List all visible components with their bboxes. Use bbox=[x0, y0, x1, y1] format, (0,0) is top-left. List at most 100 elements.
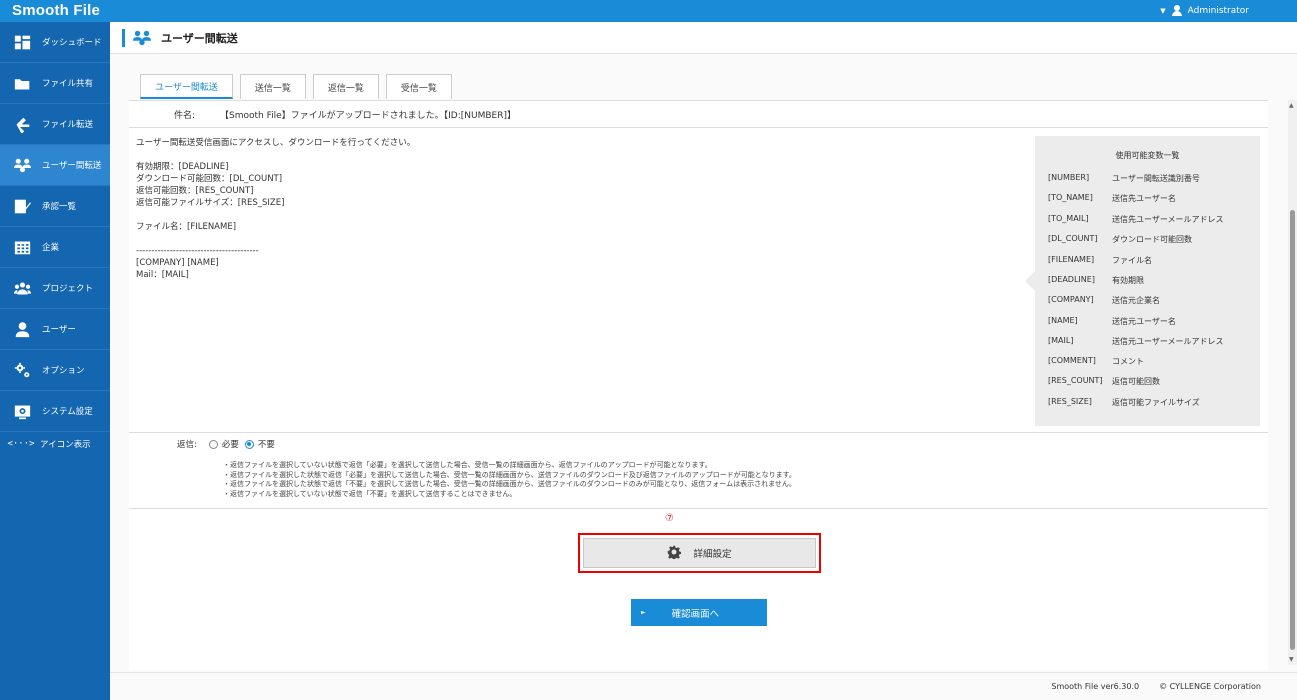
variable-row: [FILENAME] ファイル名 bbox=[1048, 255, 1152, 266]
highlight-box: 詳細設定 bbox=[578, 533, 821, 573]
sidebar-item-label: 企業 bbox=[42, 243, 60, 253]
building-icon bbox=[12, 237, 32, 257]
user-transfer-icon bbox=[133, 29, 151, 47]
reply-notes: ・返信ファイルを選択していない状態で返信「必要」を選択して送信した場合、受信一覧… bbox=[223, 461, 796, 499]
scrollbar-thumb[interactable] bbox=[1290, 210, 1295, 650]
variable-key: [MAIL] bbox=[1048, 336, 1074, 345]
variable-row: [NUMBER] ユーザー間転送識別番号 bbox=[1048, 173, 1200, 184]
icon-display-toggle[interactable]: <···> アイコン表示 bbox=[0, 432, 110, 456]
variable-row: [NAME] 送信元ユーザー名 bbox=[1048, 316, 1176, 327]
reply-note-item: ・返信ファイルを選択していない状態で返信「不要」を選択して送信することはできませ… bbox=[223, 489, 517, 498]
sidebar-item-label: ファイル転送 bbox=[42, 120, 94, 130]
variable-desc: 送信先ユーザーメールアドレス bbox=[1112, 215, 1224, 224]
sidebar-item-project[interactable]: プロジェクト bbox=[0, 268, 110, 309]
tab-received-list[interactable]: 受信一覧 bbox=[385, 74, 452, 99]
top-bar: Smooth File ▼ Administrator bbox=[0, 0, 1297, 22]
scroll-up-icon[interactable]: ▲ bbox=[1289, 102, 1294, 109]
variable-desc: ユーザー間転送識別番号 bbox=[1112, 174, 1200, 183]
reply-not-required-radio[interactable] bbox=[244, 439, 254, 449]
version-text: Smooth File ver6.30.0 bbox=[1051, 682, 1140, 691]
variable-key: [DEADLINE] bbox=[1048, 275, 1095, 284]
folder-icon bbox=[12, 73, 32, 93]
variable-row: [DEADLINE] 有効期限 bbox=[1048, 275, 1144, 286]
variable-row: [COMMENT] コメント bbox=[1048, 356, 1144, 367]
variable-row: [COMPANY] 送信元企業名 bbox=[1048, 295, 1160, 306]
sidebar-item-options[interactable]: オプション bbox=[0, 350, 110, 391]
user-name[interactable]: Administrator bbox=[1188, 6, 1249, 16]
sidebar-item-company[interactable]: 企業 bbox=[0, 227, 110, 268]
variable-desc: 送信元企業名 bbox=[1112, 296, 1160, 305]
sidebar-item-approval-list[interactable]: 承認一覧 bbox=[0, 186, 110, 227]
mail-content-panel: 件名: 【Smooth File】ファイルがアップロードされました。【ID:[N… bbox=[129, 100, 1268, 670]
sidebar-item-user[interactable]: ユーザー bbox=[0, 309, 110, 350]
variable-desc: 返信可能回数 bbox=[1112, 377, 1160, 386]
reply-setting-row: 返信: 必要 不要 bbox=[177, 438, 275, 450]
variable-key: [RES_COUNT] bbox=[1048, 376, 1103, 385]
section-divider bbox=[129, 508, 1268, 509]
tab-sent-list[interactable]: 送信一覧 bbox=[239, 74, 306, 99]
sidebar: ダッシュボード ファイル共有 ファイル転送 ユーザー間転送 承認一覧 企業 プロ… bbox=[0, 22, 110, 700]
user-icon bbox=[12, 319, 32, 339]
page-title: ユーザー間転送 bbox=[161, 31, 238, 45]
variable-row: [TO_MAIL] 送信先ユーザーメールアドレス bbox=[1048, 214, 1224, 225]
page-header: ユーザー間転送 bbox=[110, 22, 1297, 54]
sidebar-item-label: システム設定 bbox=[42, 407, 93, 417]
copyright-text: © CYLLENGE Corporation bbox=[1159, 682, 1261, 691]
variable-key: [NAME] bbox=[1048, 316, 1078, 325]
sidebar-item-user-transfer[interactable]: ユーザー間転送 bbox=[0, 145, 110, 186]
sidebar-item-system-settings[interactable]: システム設定 bbox=[0, 391, 110, 432]
reply-required-label[interactable]: 必要 bbox=[222, 438, 239, 450]
vertical-scrollbar[interactable]: ▲ ▼ bbox=[1288, 100, 1297, 665]
variable-row: [TO_NAME] 送信先ユーザー名 bbox=[1048, 193, 1176, 204]
sidebar-item-file-transfer[interactable]: ファイル転送 bbox=[0, 104, 110, 145]
subject-row: 件名: 【Smooth File】ファイルがアップロードされました。【ID:[N… bbox=[129, 101, 1268, 128]
variable-desc: 送信先ユーザー名 bbox=[1112, 194, 1176, 203]
section-divider bbox=[129, 432, 1268, 433]
variable-row: [RES_SIZE] 返信可能ファイルサイズ bbox=[1048, 397, 1200, 408]
reply-not-required-label[interactable]: 不要 bbox=[258, 438, 275, 450]
sidebar-item-label: ユーザー間転送 bbox=[42, 161, 102, 171]
system-settings-icon bbox=[12, 401, 32, 421]
scroll-down-icon[interactable]: ▼ bbox=[1289, 656, 1294, 663]
sidebar-item-file-share[interactable]: ファイル共有 bbox=[0, 63, 110, 104]
tab-reply-list[interactable]: 返信一覧 bbox=[312, 74, 379, 99]
variable-desc: 返信可能ファイルサイズ bbox=[1112, 398, 1200, 407]
tab-bar: ユーザー間転送 送信一覧 返信一覧 受信一覧 bbox=[140, 74, 459, 99]
reply-required-radio[interactable] bbox=[208, 439, 218, 449]
user-menu[interactable]: ▼ Administrator bbox=[1160, 5, 1249, 16]
variable-key: [COMMENT] bbox=[1048, 356, 1096, 365]
variable-key: [TO_MAIL] bbox=[1048, 214, 1089, 223]
subject-label: 件名: bbox=[174, 110, 196, 121]
icon-display-label: アイコン表示 bbox=[40, 440, 91, 450]
detail-settings-button[interactable]: 詳細設定 bbox=[583, 538, 816, 568]
detail-settings-label: 詳細設定 bbox=[693, 549, 732, 560]
sidebar-item-label: プロジェクト bbox=[42, 284, 94, 294]
sidebar-item-label: 承認一覧 bbox=[42, 202, 77, 212]
sidebar-item-label: ユーザー bbox=[42, 325, 76, 335]
confirm-screen-label: 確認画面へ bbox=[671, 608, 720, 620]
variable-key: [COMPANY] bbox=[1048, 295, 1094, 304]
chevron-down-icon[interactable]: ▼ bbox=[1160, 7, 1165, 15]
variable-row: [DL_COUNT] ダウンロード可能回数 bbox=[1048, 234, 1192, 245]
header-accent-bar bbox=[122, 28, 125, 47]
main-content: ユーザー間転送 ユーザー間転送 送信一覧 返信一覧 受信一覧 件名: 【Smoo… bbox=[110, 22, 1297, 700]
gear-icon bbox=[667, 545, 682, 562]
reply-note-item: ・返信ファイルを選択していない状態で返信「必要」を選択して送信した場合、受信一覧… bbox=[223, 461, 712, 469]
subject-value: 【Smooth File】ファイルがアップロードされました。【ID:[NUMBE… bbox=[220, 110, 516, 121]
variable-key: [NUMBER] bbox=[1048, 173, 1090, 182]
variable-row: [RES_COUNT] 返信可能回数 bbox=[1048, 376, 1160, 387]
variable-key: [TO_NAME] bbox=[1048, 193, 1093, 202]
variable-key: [RES_SIZE] bbox=[1048, 397, 1092, 406]
variable-key: [FILENAME] bbox=[1048, 255, 1095, 264]
confirm-screen-button[interactable]: ► 確認画面へ bbox=[631, 599, 767, 626]
tab-user-transfer[interactable]: ユーザー間転送 bbox=[140, 74, 233, 99]
options-icon bbox=[12, 360, 32, 380]
sidebar-item-dashboard[interactable]: ダッシュボード bbox=[0, 22, 110, 63]
variable-desc: 送信元ユーザーメールアドレス bbox=[1112, 337, 1224, 346]
app-logo[interactable]: Smooth File bbox=[12, 2, 100, 19]
variable-desc: 送信元ユーザー名 bbox=[1112, 317, 1176, 326]
reply-note-item: ・返信ファイルを選択した状態で返信「必要」を選択して送信した場合、受信一覧の詳細… bbox=[223, 470, 796, 479]
sidebar-item-label: ファイル共有 bbox=[42, 79, 94, 89]
variable-desc: コメント bbox=[1112, 357, 1144, 366]
project-icon bbox=[12, 278, 32, 298]
